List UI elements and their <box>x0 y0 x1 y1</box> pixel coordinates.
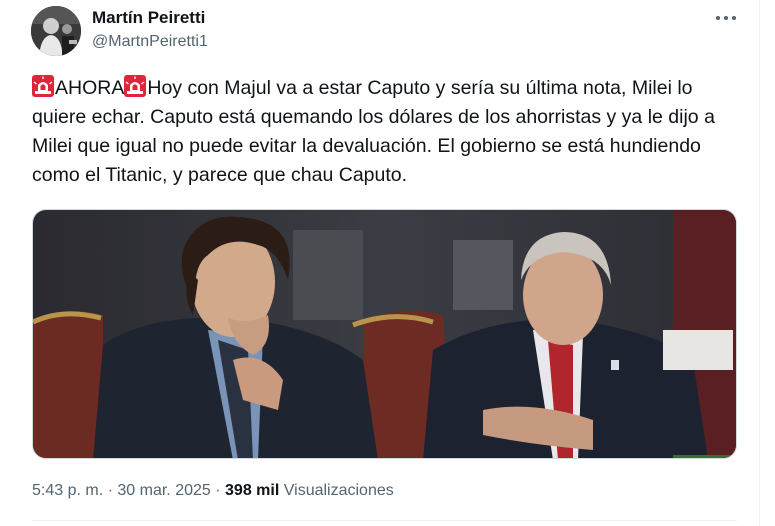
author-avatar[interactable] <box>31 6 81 56</box>
tweet-media-photo[interactable] <box>32 209 737 459</box>
meta-separator: · <box>107 482 113 499</box>
author-name[interactable]: Martín Peiretti <box>92 8 205 28</box>
more-options-button[interactable] <box>710 6 742 30</box>
photo-two-men-icon <box>33 210 736 458</box>
more-dot-icon <box>724 16 728 20</box>
meta-separator: · <box>215 482 221 499</box>
views-count: 398 mil <box>225 482 280 499</box>
tweet-time[interactable]: 5:43 p. m. <box>32 482 103 499</box>
tweet-text: AHORA Hoy con Majul va a estar Caputo y … <box>32 74 737 190</box>
more-dot-icon <box>716 16 720 20</box>
tweet-card[interactable]: Martín Peiretti @MartnPeiretti1 AHORA Ho… <box>0 0 760 526</box>
author-handle[interactable]: @MartnPeiretti1 <box>92 33 208 51</box>
tweet-meta: 5:43 p. m. · 30 mar. 2025 · 398 mil Visu… <box>32 482 394 500</box>
divider <box>32 520 737 521</box>
police-light-icon <box>32 75 54 97</box>
views-label: Visualizaciones <box>283 482 394 499</box>
police-light-icon <box>124 75 147 97</box>
avatar-photo-icon <box>31 6 81 56</box>
badge-text: AHORA <box>55 77 125 99</box>
tweet-date[interactable]: 30 mar. 2025 <box>117 482 210 499</box>
more-dot-icon <box>732 16 736 20</box>
